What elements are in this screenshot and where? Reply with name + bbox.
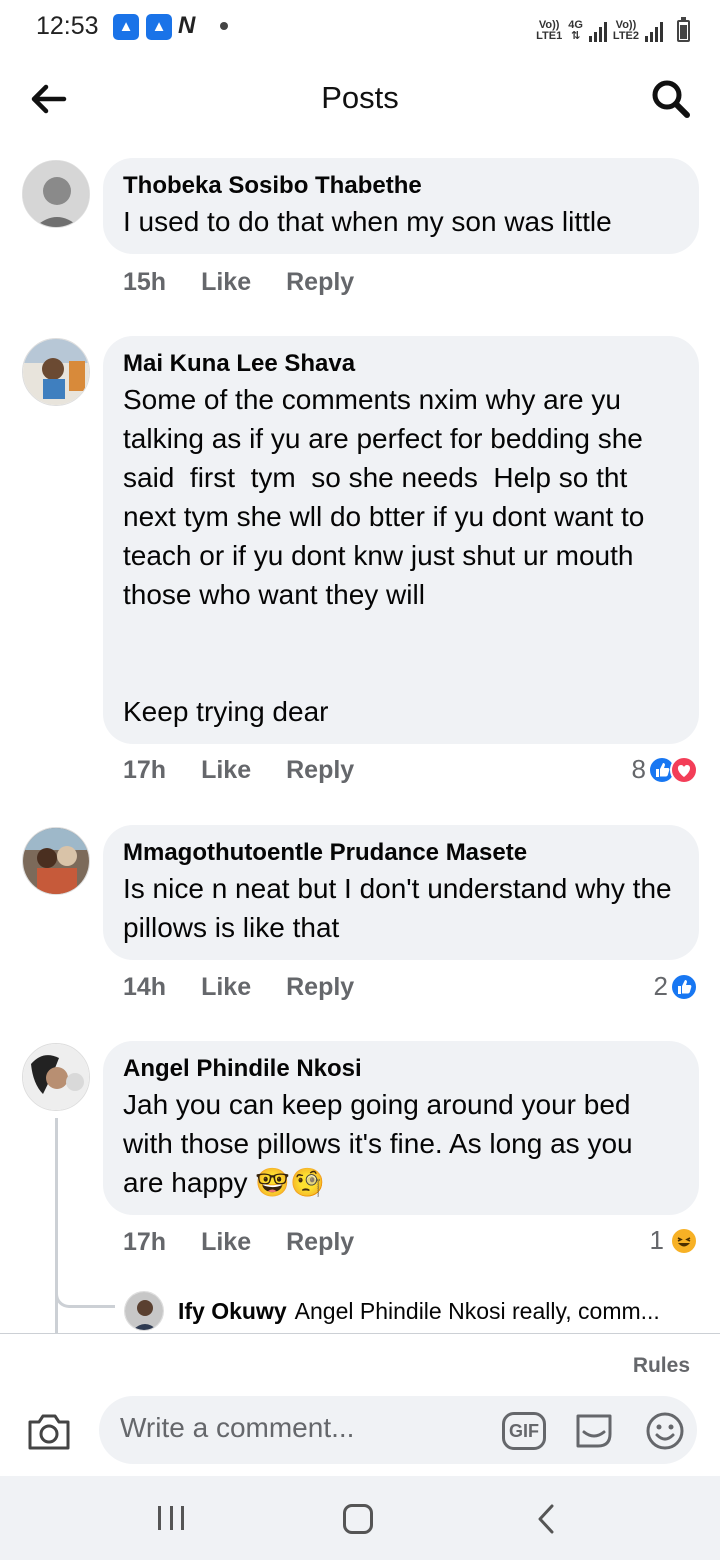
reply-preview[interactable]: Ify Okuwy Angel Phindile Nkosi really, co… <box>124 1290 720 1332</box>
reaction-summary[interactable]: 1 <box>650 1225 698 1256</box>
comment-time[interactable]: 14h <box>123 973 166 1002</box>
comment-actions: 15h Like Reply <box>123 268 354 297</box>
profile-photo-icon <box>23 339 89 405</box>
avatar[interactable] <box>22 827 90 895</box>
recent-apps-button[interactable] <box>158 1506 184 1532</box>
reply-author[interactable]: Ify Okuwy <box>178 1298 287 1324</box>
volte-1-indicator: Vo)) LTE1 <box>536 20 562 42</box>
haha-reaction-icon <box>670 1226 698 1255</box>
network-type-indicator: 4G ⇅ <box>568 20 583 42</box>
comment-actions: 17h Like Reply <box>123 756 354 785</box>
reply-button[interactable]: Reply <box>286 756 354 785</box>
rocket-app-icon: ▲ <box>113 14 139 40</box>
header: Posts <box>0 56 720 142</box>
status-indicators: Vo)) LTE1 4G ⇅ Vo)) LTE2 <box>536 12 690 42</box>
search-button[interactable] <box>648 76 694 122</box>
status-time: 12:53 <box>36 12 99 40</box>
search-icon <box>652 80 690 118</box>
rocket-app-icon: ▲ <box>146 14 172 40</box>
chevron-left-icon <box>538 1504 554 1534</box>
volte-2-indicator: Vo)) LTE2 <box>613 20 639 42</box>
comment-actions: 17h Like Reply <box>123 1228 354 1257</box>
reaction-summary[interactable]: 2 <box>654 971 698 1002</box>
love-reaction-icon <box>670 755 698 784</box>
gif-button[interactable]: GIF <box>502 1412 546 1450</box>
sticker-button[interactable] <box>572 1410 616 1452</box>
comment-bubble: Mai Kuna Lee Shava Some of the comments … <box>103 336 699 744</box>
avatar[interactable] <box>124 1291 164 1331</box>
profile-photo-icon <box>23 828 89 894</box>
emoji-button[interactable] <box>644 1410 686 1452</box>
data-arrows-icon: ⇅ <box>570 30 581 42</box>
like-button[interactable]: Like <box>201 973 251 1002</box>
comment-text: Jah you can keep going around your bed w… <box>123 1089 641 1198</box>
profile-photo-icon <box>23 161 89 227</box>
camera-icon <box>28 1414 70 1450</box>
comment-bubble: Thobeka Sosibo Thabethe I used to do tha… <box>103 158 699 254</box>
page-title: Posts <box>321 80 399 115</box>
emoji-icon <box>646 1412 684 1450</box>
comment-time[interactable]: 17h <box>123 1228 166 1257</box>
recent-apps-icon <box>158 1506 161 1530</box>
camera-button[interactable] <box>26 1410 72 1452</box>
volte-2-bottom: LTE2 <box>612 30 639 42</box>
comment-author[interactable]: Mmagothutoentle Prudance Masete <box>123 837 679 869</box>
thread-connector <box>55 1290 115 1308</box>
avatar[interactable] <box>22 1043 90 1111</box>
comment-author[interactable]: Angel Phindile Nkosi <box>123 1053 679 1085</box>
status-bar: 12:53 ▲ ▲ N Vo)) LTE1 4G ⇅ Vo)) LTE2 <box>0 0 720 56</box>
signal-2-icon <box>645 22 663 42</box>
signal-1-icon <box>588 22 607 42</box>
reply-preview-text: Ify Okuwy Angel Phindile Nkosi really, co… <box>178 1298 660 1325</box>
comment-author[interactable]: Thobeka Sosibo Thabethe <box>123 170 679 202</box>
comment-bubble: Mmagothutoentle Prudance Masete Is nice … <box>103 825 699 960</box>
rules-link[interactable]: Rules <box>633 1354 690 1378</box>
reaction-summary[interactable]: 8 <box>632 754 698 785</box>
system-nav-bar <box>0 1476 720 1560</box>
comment-text: Some of the comments nxim why are yu tal… <box>123 384 645 727</box>
profile-photo-icon <box>125 1292 163 1330</box>
like-button[interactable]: Like <box>201 268 251 297</box>
battery-icon <box>677 17 690 42</box>
comment-text: Is nice n neat but I don't understand wh… <box>123 873 680 943</box>
comment-composer: Rules Write a comment... GIF <box>0 1333 720 1476</box>
reaction-count: 1 <box>649 1225 664 1255</box>
like-button[interactable]: Like <box>201 1228 251 1257</box>
comment-time[interactable]: 17h <box>123 756 166 785</box>
reply-button[interactable]: Reply <box>286 973 354 1002</box>
comment-bubble: Angel Phindile Nkosi Jah you can keep go… <box>103 1041 699 1215</box>
reply-button[interactable]: Reply <box>286 268 354 297</box>
comment-input-placeholder: Write a comment... <box>120 1412 355 1443</box>
volte-1-bottom: LTE1 <box>536 30 563 42</box>
n-icon: N <box>178 12 196 39</box>
comment-time[interactable]: 15h <box>123 268 166 297</box>
comment-text: I used to do that when my son was little <box>123 206 612 237</box>
comment-actions: 14h Like Reply <box>123 973 354 1002</box>
reply-button[interactable]: Reply <box>286 1228 354 1257</box>
reaction-count: 8 <box>631 754 646 784</box>
sticker-icon <box>576 1414 612 1448</box>
avatar[interactable] <box>22 160 90 228</box>
profile-photo-icon <box>23 1044 89 1110</box>
like-reaction-icon <box>670 972 698 1001</box>
like-button[interactable]: Like <box>201 756 251 785</box>
system-back-button[interactable] <box>534 1502 558 1536</box>
comment-author[interactable]: Mai Kuna Lee Shava <box>123 348 679 380</box>
avatar[interactable] <box>22 338 90 406</box>
reaction-count: 2 <box>653 971 668 1001</box>
home-button[interactable] <box>343 1504 373 1534</box>
reply-snippet: Angel Phindile Nkosi really, comm... <box>294 1297 660 1324</box>
notification-dot-icon <box>220 22 228 30</box>
